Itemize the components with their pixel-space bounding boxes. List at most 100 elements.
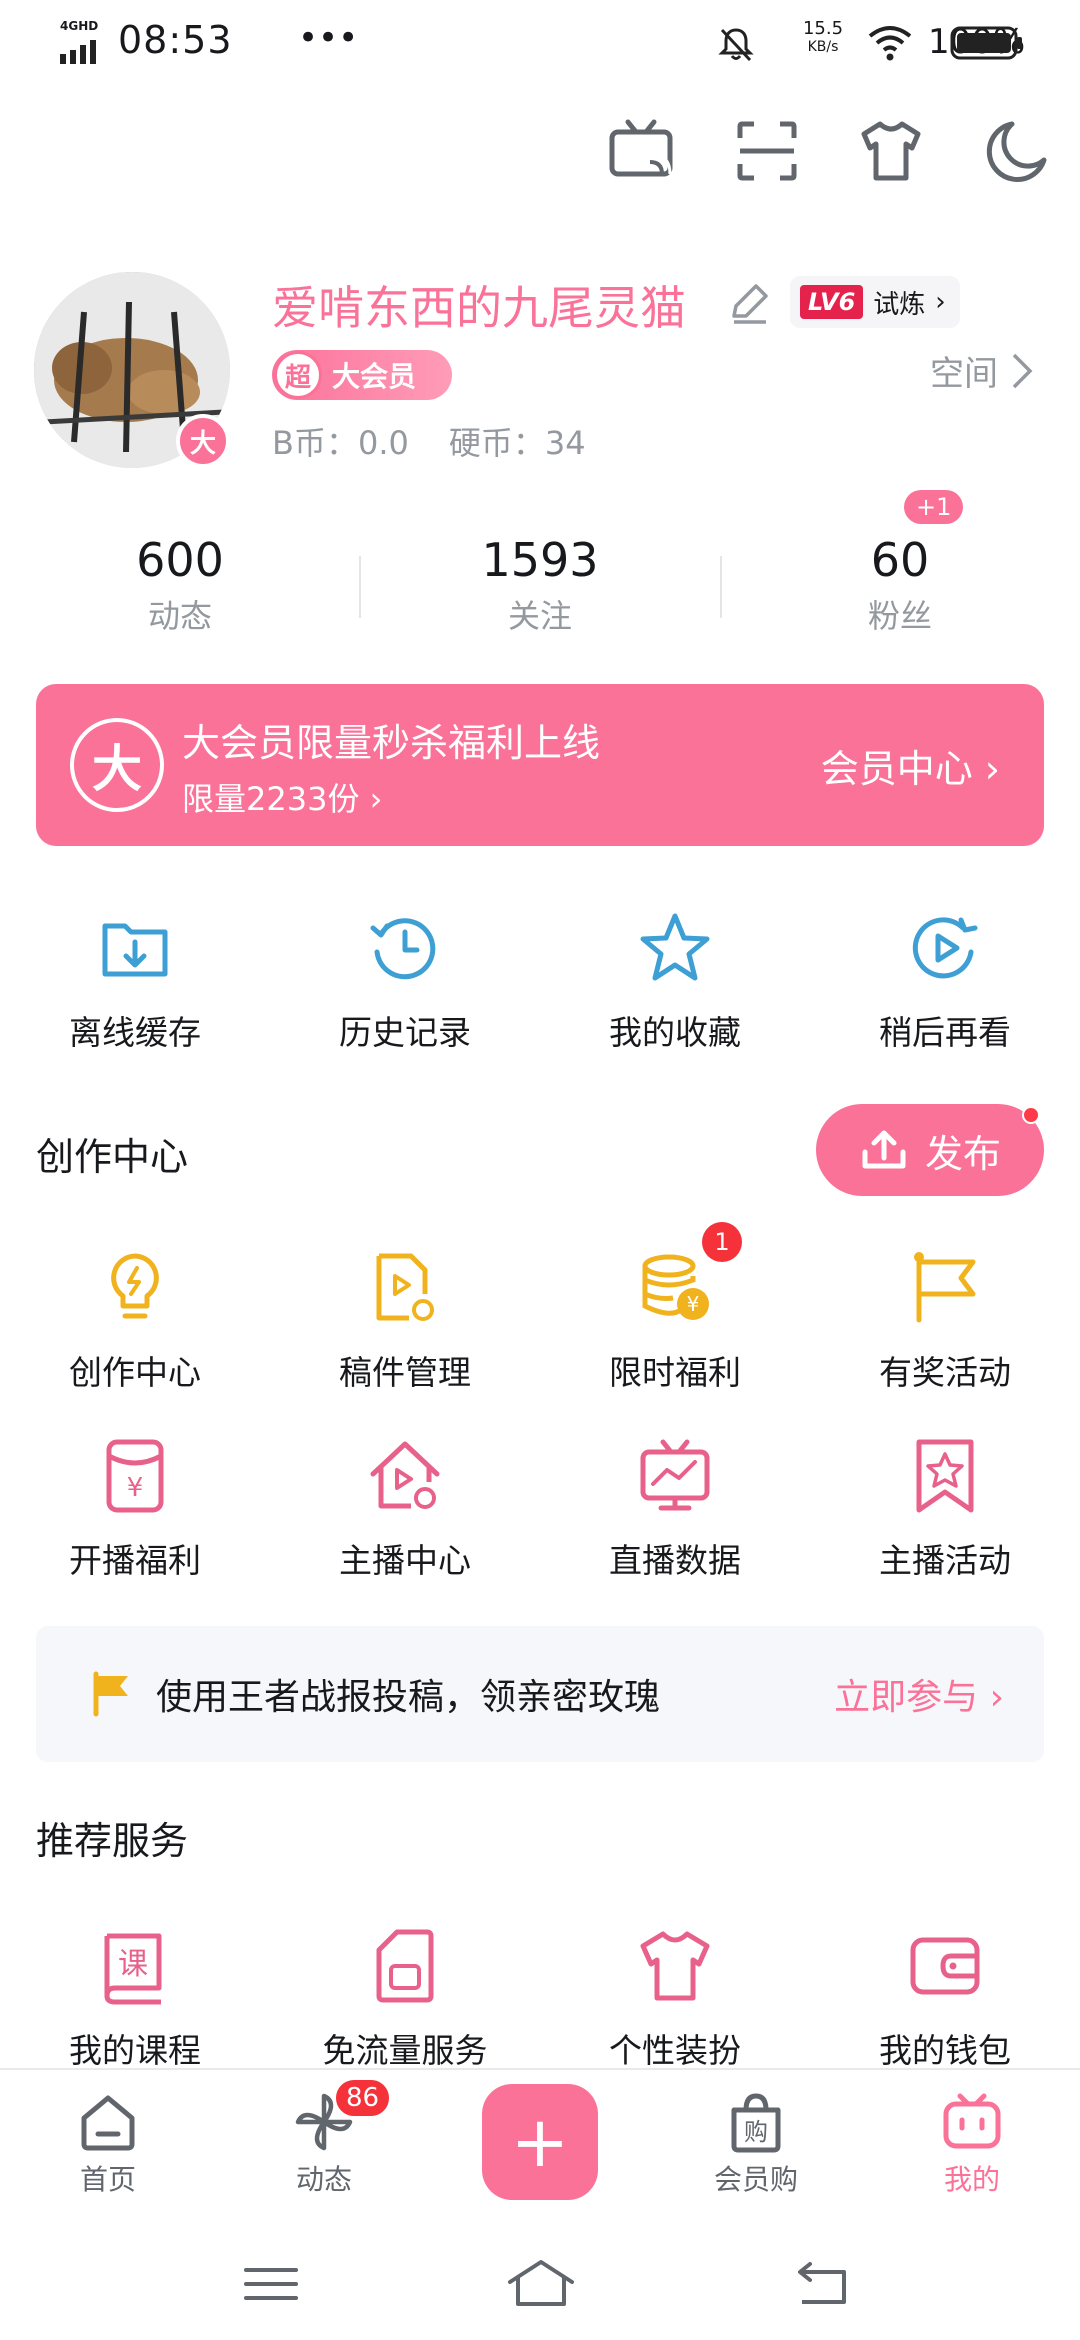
speed-value: 15.5 — [802, 18, 844, 39]
service-free-data[interactable]: 免流量服务 — [270, 1926, 540, 2072]
creation-label: 主播中心 — [339, 1541, 471, 1580]
coin-balances: B币：0.0 硬币：34 — [272, 418, 586, 464]
quick-label: 历史记录 — [339, 1013, 471, 1052]
live-data[interactable]: 直播数据 — [540, 1436, 810, 1582]
dynamics-count-badge: 86 — [334, 2078, 392, 2118]
service-label: 我的钱包 — [879, 2031, 1011, 2070]
top-toolbar — [0, 116, 1080, 186]
sim-card-icon — [376, 1929, 434, 2003]
level-badge: LV6 — [800, 285, 864, 319]
nav-vip-shop[interactable]: 购 会员购 — [686, 2090, 826, 2198]
mute-bell-icon — [718, 28, 754, 62]
bilibili-tv-icon — [943, 2093, 1001, 2149]
svg-text:购: 购 — [744, 2118, 768, 2146]
stats-row: 600 动态 1593 关注 60 粉丝 — [0, 528, 1080, 648]
creation-center[interactable]: 创作中心 — [0, 1248, 270, 1394]
stat-value: 60 — [870, 533, 930, 587]
creation-label: 创作中心 — [69, 1353, 201, 1392]
vip-membership-chip[interactable]: 超 大会员 — [272, 350, 452, 400]
nav-label: 我的 — [943, 2163, 1000, 2196]
quick-favorites[interactable]: 我的收藏 — [540, 908, 810, 1054]
publish-notification-dot — [1022, 1106, 1040, 1124]
stat-label: 粉丝 — [867, 597, 932, 635]
space-link[interactable]: 空间 — [930, 346, 1034, 395]
battery-icon — [950, 26, 1022, 60]
nav-label: 动态 — [295, 2163, 352, 2196]
vip-label: 大会员 — [332, 360, 417, 393]
service-my-courses[interactable]: 课 我的课程 — [0, 1926, 270, 2072]
favorites-star-icon — [640, 913, 710, 981]
publish-button[interactable]: 发布 — [816, 1104, 1044, 1196]
services-section-title: 推荐服务 — [36, 1819, 189, 1863]
quick-offline-cache[interactable]: 离线缓存 — [0, 908, 270, 1054]
promo-flag-icon — [93, 1671, 128, 1717]
live-benefits[interactable]: ¥ 开播福利 — [0, 1436, 270, 1582]
stat-value: 600 — [136, 533, 224, 587]
flag-icon — [914, 1252, 976, 1323]
streamer-center[interactable]: 主播中心 — [270, 1436, 540, 1582]
creation-section-title: 创作中心 — [36, 1135, 189, 1179]
theme-shirt-icon[interactable] — [856, 116, 926, 186]
vip-promo-banner[interactable]: 大 大会员限量秒杀福利上线 限量2233份 › 会员中心 › — [36, 684, 1044, 846]
coins-icon: ¥ — [642, 1254, 709, 1320]
creation-row-1: 创作中心 稿件管理 ¥ 限时福利 有奖活动 — [0, 1248, 1080, 1392]
quick-label: 我的收藏 — [609, 1013, 741, 1052]
network-type: 4GHD — [60, 19, 99, 33]
creation-label: 开播福利 — [69, 1541, 201, 1580]
stat-following[interactable]: 1593 关注 — [390, 528, 690, 640]
manuscript-management[interactable]: 稿件管理 — [270, 1248, 540, 1394]
streamer-activities[interactable]: 主播活动 — [810, 1436, 1080, 1582]
nav-home[interactable]: 首页 — [38, 2090, 178, 2198]
avatar-vip-badge: 大 — [176, 414, 230, 468]
service-label: 我的课程 — [69, 2031, 201, 2070]
speed-unit: KB/s — [807, 39, 839, 55]
upload-icon — [862, 1130, 906, 1169]
nav-label: 首页 — [79, 2163, 136, 2196]
stat-divider — [359, 556, 361, 618]
username[interactable]: 爱啃东西的九尾灵猫 — [272, 272, 686, 338]
quick-watch-later[interactable]: 稍后再看 — [810, 908, 1080, 1054]
tshirt-icon — [640, 1931, 710, 2001]
home-outline-icon — [508, 2260, 574, 2306]
streamer-home-icon — [370, 1441, 440, 1509]
network-speed: 15.5 KB/s — [798, 20, 848, 56]
space-label: 空间 — [930, 354, 998, 394]
vip-logo-icon: 大 — [70, 718, 164, 812]
course-icon: 课 — [104, 1933, 162, 2005]
back-system-button[interactable] — [788, 2256, 858, 2312]
service-label: 免流量服务 — [322, 2031, 488, 2070]
level-chip[interactable]: LV6 试炼 › — [790, 276, 960, 328]
tv-cast-icon[interactable] — [606, 116, 676, 186]
clock: 08:53 — [118, 18, 233, 62]
live-data-icon — [640, 1439, 710, 1511]
creation-label: 稿件管理 — [339, 1353, 471, 1392]
watch-later-icon — [912, 917, 978, 979]
fans-increment-badge: +1 — [904, 490, 964, 524]
scan-icon[interactable] — [732, 116, 802, 186]
stat-divider — [720, 556, 722, 618]
service-label: 个性装扮 — [609, 2031, 741, 2070]
recent-apps-button[interactable] — [236, 2256, 306, 2312]
stat-dynamics[interactable]: 600 动态 — [30, 528, 330, 640]
service-wallet[interactable]: 我的钱包 — [810, 1926, 1080, 2072]
create-plus-button[interactable]: + — [482, 2084, 598, 2200]
nav-mine[interactable]: 我的 — [902, 2090, 1042, 2198]
quick-history[interactable]: 历史记录 — [270, 908, 540, 1054]
join-now-link[interactable]: 立即参与 › — [834, 1668, 1004, 1720]
back-arrow-icon — [798, 2262, 846, 2304]
home-system-button[interactable] — [506, 2256, 576, 2312]
promo-strip[interactable]: 使用王者战报投稿，领亲密玫瑰 立即参与 › — [36, 1626, 1044, 1762]
menu-lines-icon — [244, 2268, 298, 2300]
stat-fans[interactable]: 60 粉丝 — [750, 528, 1050, 640]
award-activities[interactable]: 有奖活动 — [810, 1248, 1080, 1394]
super-vip-badge: 超 — [274, 351, 322, 399]
chevron-right-icon — [1012, 353, 1033, 388]
manuscript-icon — [376, 1253, 434, 1321]
chevron-right-icon: › — [935, 287, 946, 317]
edit-pencil-icon[interactable] — [724, 278, 774, 328]
promo-text: 使用王者战报投稿，领亲密玫瑰 — [156, 1677, 661, 1718]
service-dress-up[interactable]: 个性装扮 — [540, 1926, 810, 2072]
limited-benefits[interactable]: ¥ 限时福利 — [540, 1248, 810, 1394]
night-mode-icon[interactable] — [982, 116, 1052, 186]
vip-center-link[interactable]: 会员中心 › — [821, 738, 1000, 793]
